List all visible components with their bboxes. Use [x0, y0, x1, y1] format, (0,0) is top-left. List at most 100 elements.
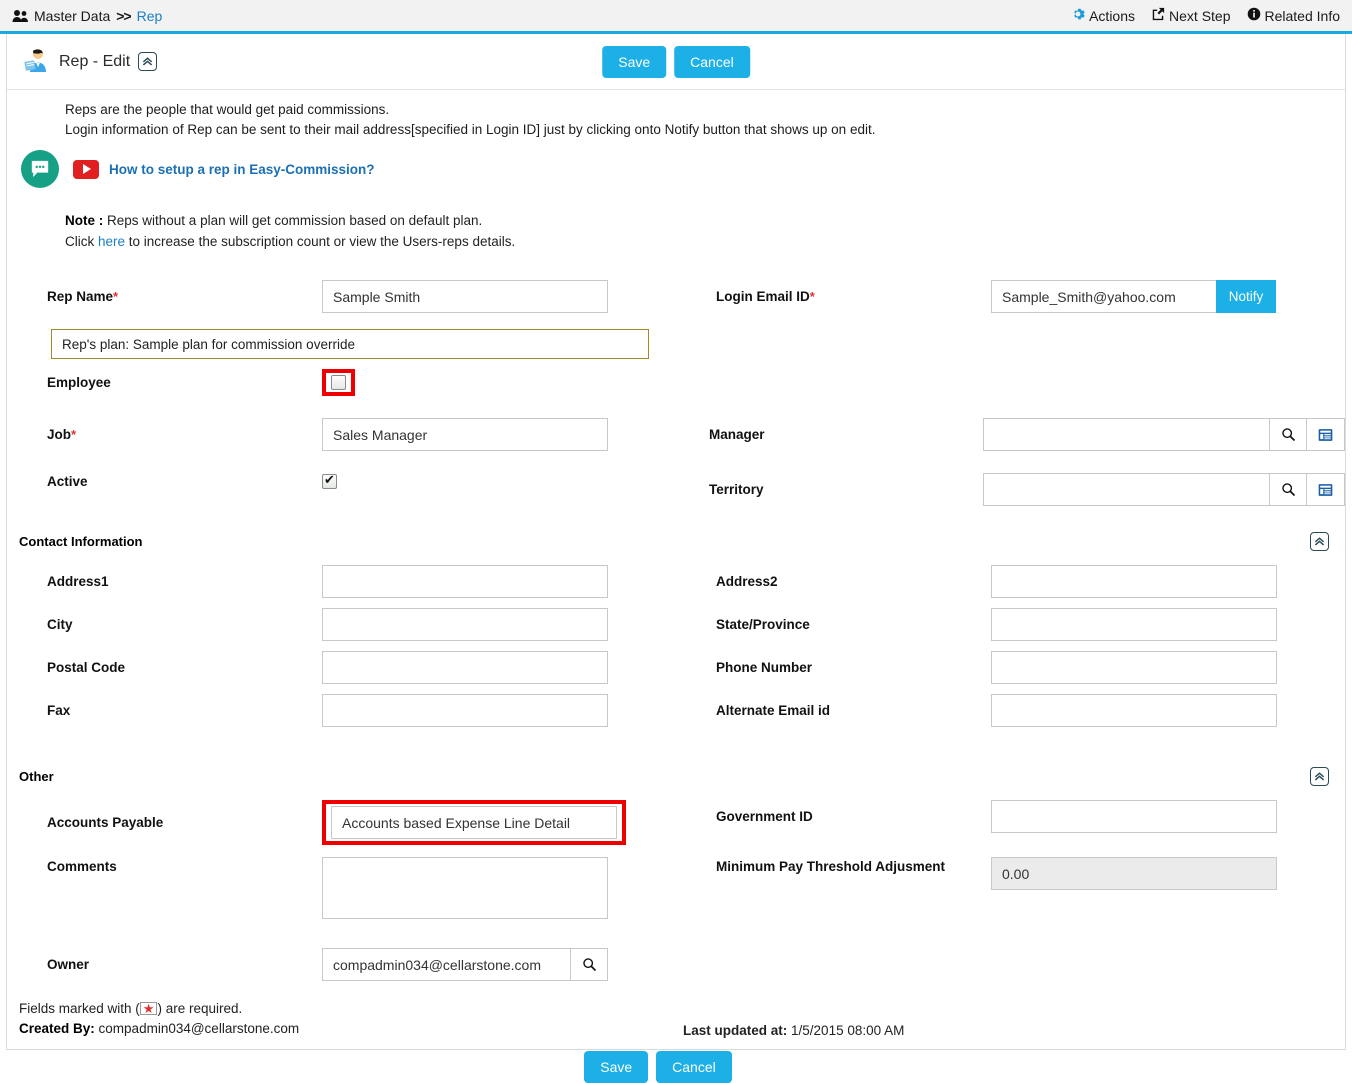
- manager-input[interactable]: [983, 418, 1269, 451]
- manager-search-icon[interactable]: [1269, 418, 1307, 451]
- city-label: City: [47, 617, 73, 632]
- login-email-label: Login Email ID*: [676, 289, 991, 304]
- territory-search-icon[interactable]: [1269, 473, 1307, 506]
- fax-label: Fax: [47, 703, 71, 718]
- breadcrumb-current[interactable]: Rep: [137, 8, 163, 24]
- phone-number-input[interactable]: [991, 651, 1277, 684]
- video-row: How to setup a rep in Easy-Commission?: [7, 150, 1345, 188]
- here-link[interactable]: here: [98, 234, 125, 249]
- field-phone-number: Phone Number: [676, 651, 1345, 684]
- breadcrumb-root[interactable]: Master Data: [34, 8, 110, 24]
- city-input[interactable]: [322, 608, 608, 641]
- info-line-1: Reps are the people that would get paid …: [65, 102, 390, 117]
- government-id-label: Government ID: [716, 809, 813, 824]
- form-row-active-territory: Active Territory: [7, 472, 1345, 506]
- territory-input[interactable]: [983, 473, 1269, 506]
- postal-code-label: Postal Code: [47, 660, 126, 675]
- postal-code-input[interactable]: [322, 651, 608, 684]
- employee-checkbox[interactable]: [331, 375, 346, 390]
- contact-information-section-header: Contact Information: [7, 532, 1345, 551]
- alternate-email-label: Alternate Email id: [716, 703, 831, 718]
- fax-input[interactable]: [322, 694, 608, 727]
- page-title: Rep - Edit: [23, 47, 158, 76]
- double-chevron-up-icon[interactable]: [138, 52, 158, 71]
- rep-name-label-text: Rep Name: [47, 289, 114, 304]
- cancel-button-top[interactable]: Cancel: [674, 45, 750, 78]
- reps-plan-banner: Rep's plan: Sample plan for commission o…: [51, 329, 649, 359]
- job-label-text: Job: [47, 427, 72, 442]
- next-step-button[interactable]: Next Step: [1151, 7, 1231, 24]
- video-tutorial-link[interactable]: How to setup a rep in Easy-Commission?: [109, 162, 375, 177]
- field-manager: Manager: [669, 418, 1345, 451]
- login-email-label-text: Login Email ID: [716, 289, 810, 304]
- address2-input[interactable]: [991, 565, 1277, 598]
- form-row-owner: Owner: [7, 948, 1345, 981]
- breadcrumb: Master Data >> Rep: [12, 8, 162, 24]
- page-title-bar: Rep - Edit Save Cancel: [7, 34, 1345, 90]
- created-by-value: compadmin034@cellarstone.com: [98, 1021, 300, 1036]
- header-actions: Actions Next Step Related Info: [1071, 7, 1340, 24]
- minimum-pay-threshold-label: Minimum Pay Threshold Adjusment: [716, 859, 946, 874]
- breadcrumb-bar: Master Data >> Rep Actions Next Step Rel…: [0, 0, 1352, 34]
- minimum-pay-threshold-input: [991, 857, 1277, 890]
- note-text: Reps without a plan will get commission …: [107, 213, 483, 228]
- manager-label: Manager: [709, 427, 765, 442]
- plan-banner-wrap: Rep's plan: Sample plan for commission o…: [7, 329, 1345, 359]
- form-row-name-email: Rep Name* Login Email ID* Notify: [7, 280, 1345, 313]
- manager-list-icon[interactable]: [1307, 418, 1345, 451]
- field-rep-name: Rep Name*: [7, 280, 676, 313]
- click-suffix: to increase the subscription count or vi…: [125, 234, 516, 249]
- youtube-play-icon[interactable]: [73, 159, 99, 179]
- government-id-input[interactable]: [991, 800, 1277, 833]
- accounts-payable-input[interactable]: [331, 806, 617, 839]
- job-input[interactable]: [322, 418, 608, 451]
- contact-collapse-icon[interactable]: [1310, 532, 1329, 551]
- users-icon: [12, 9, 28, 23]
- rep-name-input[interactable]: [322, 280, 608, 313]
- notify-button[interactable]: Notify: [1216, 280, 1276, 313]
- rep-form: Rep Name* Login Email ID* Notify Rep's p…: [7, 280, 1345, 1083]
- chat-bubble-icon[interactable]: [21, 150, 59, 188]
- form-row-address: Address1 Address2: [7, 565, 1345, 598]
- active-checkbox[interactable]: [322, 472, 337, 490]
- state-province-label: State/Province: [716, 617, 810, 632]
- field-address1: Address1: [7, 565, 676, 598]
- field-employee: Employee: [7, 369, 676, 396]
- alternate-email-input[interactable]: [991, 694, 1277, 727]
- last-updated-label: Last updated at:: [683, 1023, 788, 1038]
- job-label: Job*: [7, 427, 322, 442]
- required-marker: *: [71, 427, 77, 442]
- other-collapse-icon[interactable]: [1310, 767, 1329, 786]
- field-address2: Address2: [676, 565, 1345, 598]
- field-postal-code: Postal Code: [7, 651, 676, 684]
- owner-search-icon[interactable]: [570, 948, 608, 981]
- contact-information-title: Contact Information: [19, 534, 143, 549]
- field-city: City: [7, 608, 676, 641]
- save-button-top[interactable]: Save: [602, 45, 667, 78]
- form-row-city-state: City State/Province: [7, 608, 1345, 641]
- related-info-label: Related Info: [1264, 7, 1341, 24]
- click-prefix: Click: [65, 234, 98, 249]
- field-fax: Fax: [7, 694, 676, 727]
- form-row-ap-govid: Accounts Payable Government ID: [7, 800, 1345, 845]
- required-marker: *: [113, 289, 119, 304]
- title-action-buttons: Save Cancel: [602, 45, 750, 78]
- created-by-line: Created By: compadmin034@cellarstone.com: [19, 1019, 1345, 1039]
- address1-label: Address1: [47, 574, 109, 589]
- actions-label: Actions: [1089, 7, 1136, 24]
- owner-input[interactable]: [322, 948, 570, 981]
- actions-button[interactable]: Actions: [1071, 7, 1135, 24]
- info-line-2: Login information of Rep can be sent to …: [65, 122, 876, 137]
- required-note-suffix: ) are required.: [157, 1001, 243, 1016]
- login-email-input[interactable]: [991, 280, 1216, 313]
- address1-input[interactable]: [322, 565, 608, 598]
- territory-list-icon[interactable]: [1307, 473, 1345, 506]
- comments-textarea[interactable]: [322, 857, 608, 919]
- state-province-input[interactable]: [991, 608, 1277, 641]
- comments-label: Comments: [47, 859, 117, 874]
- other-section-header: Other: [7, 767, 1345, 786]
- required-marker: *: [809, 289, 815, 304]
- note-line: Note : Reps without a plan will get comm…: [65, 210, 1345, 231]
- related-info-button[interactable]: Related Info: [1247, 7, 1341, 24]
- field-minimum-pay-threshold: Minimum Pay Threshold Adjusment: [676, 857, 1345, 890]
